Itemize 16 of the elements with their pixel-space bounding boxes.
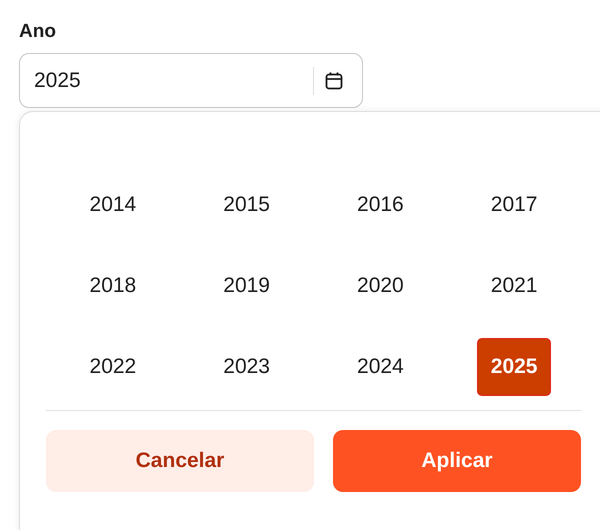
year-option[interactable]: 2020 <box>343 257 418 315</box>
year-option[interactable]: 2021 <box>477 257 552 315</box>
year-option[interactable]: 2017 <box>477 176 552 234</box>
year-option[interactable]: 2019 <box>210 257 284 315</box>
year-option[interactable]: 2023 <box>210 338 284 396</box>
year-option[interactable]: 2022 <box>76 338 150 396</box>
year-option[interactable]: 2016 <box>343 176 418 234</box>
year-option[interactable]: 2024 <box>343 338 418 396</box>
year-option[interactable]: 2015 <box>210 176 284 234</box>
year-field[interactable]: 2025 <box>19 53 363 108</box>
year-option[interactable]: 2014 <box>76 176 150 234</box>
year-option[interactable]: 2018 <box>76 257 150 315</box>
cancel-button[interactable]: Cancelar <box>46 430 314 492</box>
field-label: Ano <box>19 20 57 44</box>
year-option[interactable]: 2025 <box>477 338 552 396</box>
calendar-icon[interactable] <box>324 70 344 90</box>
